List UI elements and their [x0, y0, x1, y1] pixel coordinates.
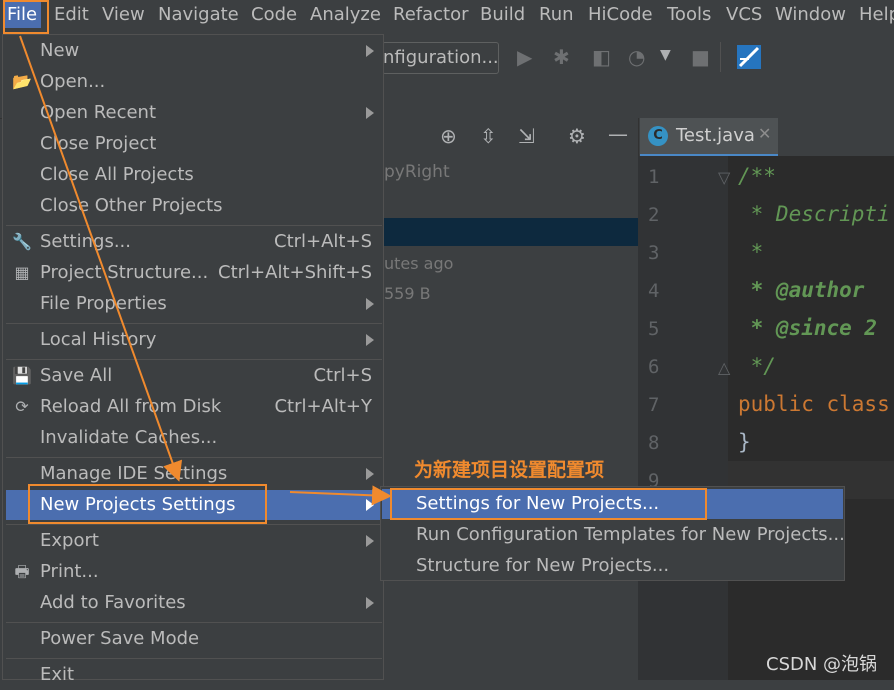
annotation-arrows — [19, 35, 392, 506]
arrow-file-to-new-projects-settings — [19, 35, 183, 482]
arrow-to-settings-for-new-projects — [289, 485, 392, 506]
watermark: CSDN @泡锅 — [766, 654, 878, 675]
